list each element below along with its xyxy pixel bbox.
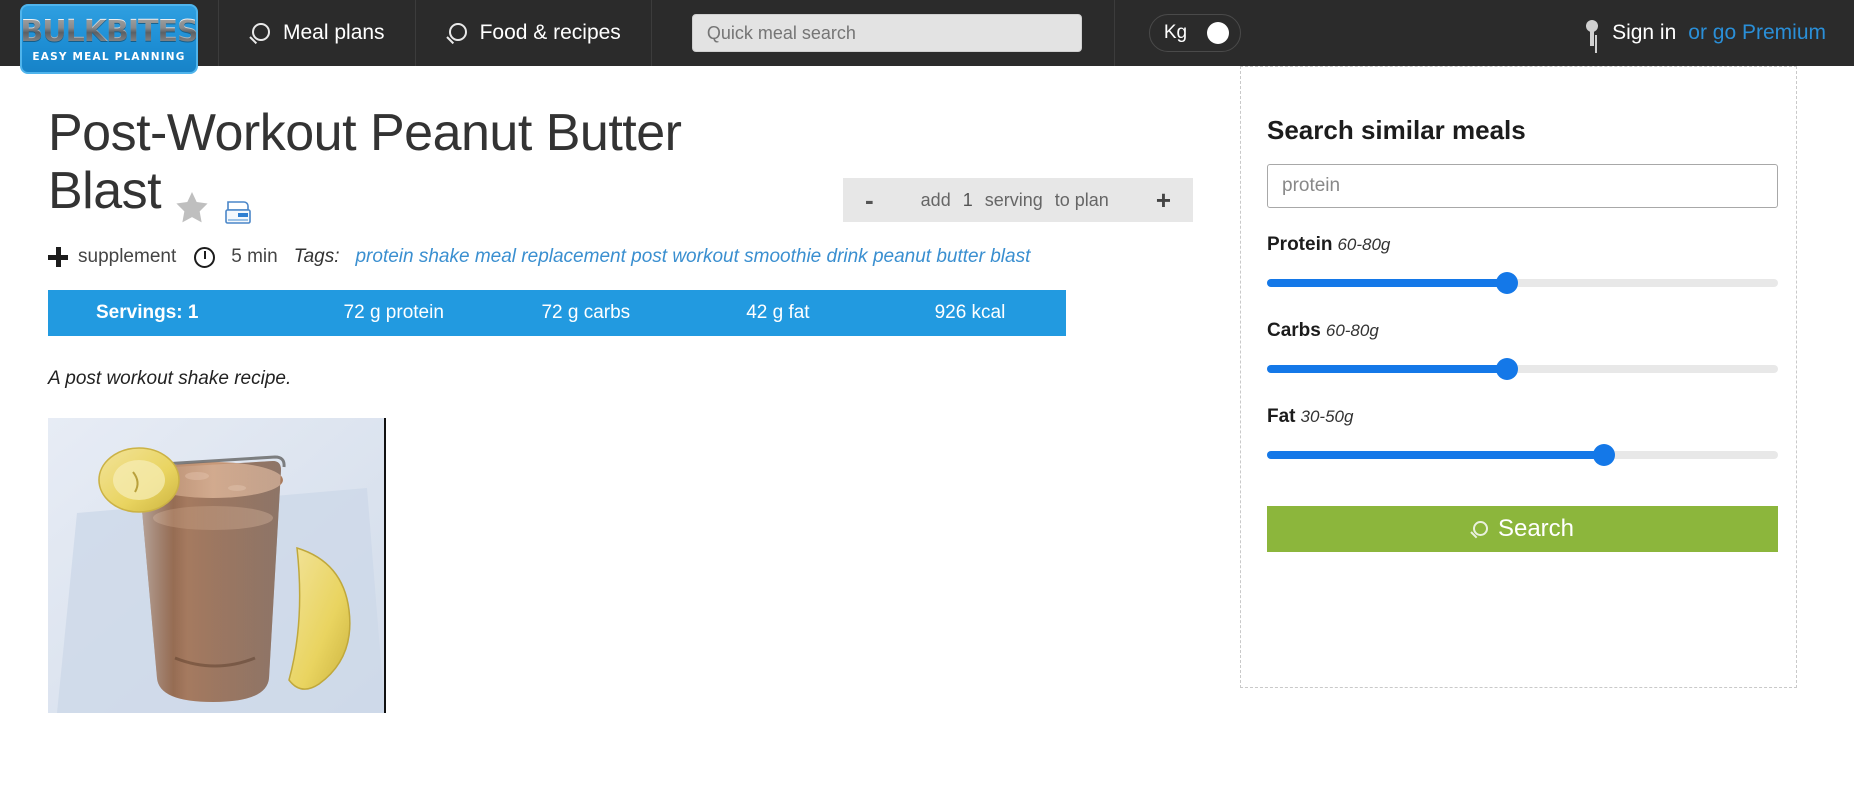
nav-label-food-recipes: Food & recipes xyxy=(479,21,621,44)
slider-range-protein: 60-80g xyxy=(1337,235,1391,254)
slider-group-protein: Protein 60-80g xyxy=(1267,234,1778,294)
nutrition-protein: 72 g protein xyxy=(343,302,444,324)
nutrition-bar: Servings: 1 72 g protein 72 g carbs 42 g… xyxy=(48,290,1066,337)
recipe-time-label: 5 min xyxy=(231,246,278,268)
slider-thumb-protein[interactable] xyxy=(1496,272,1519,294)
recipe-main-column: Post-Workout Peanut Butter Blast - add 1… xyxy=(0,66,1240,714)
sign-in-link[interactable]: Sign in xyxy=(1612,21,1676,45)
go-premium-link[interactable]: or go Premium xyxy=(1688,21,1826,45)
slider-label-fat: Fat 30-50g xyxy=(1267,406,1756,428)
nutrition-servings: Servings: 1 xyxy=(96,302,199,324)
similar-meals-panel: Search similar meals Protein60-80g Carbs… xyxy=(1240,66,1797,688)
slider-thumb-carbs[interactable] xyxy=(1496,358,1519,380)
slider-fat[interactable] xyxy=(1267,444,1778,466)
star-icon[interactable] xyxy=(175,178,209,223)
title-icon-group xyxy=(175,178,253,224)
quick-search-container xyxy=(652,0,1115,66)
serving-to-plan-label: to plan xyxy=(1054,189,1109,210)
unit-toggle-knob[interactable] xyxy=(1206,22,1229,44)
slider-fill-carbs xyxy=(1267,365,1508,373)
print-icon[interactable] xyxy=(223,181,253,224)
unit-toggle[interactable]: Kg xyxy=(1148,14,1241,52)
nutrition-fat: 42 g fat xyxy=(746,302,810,324)
slider-name-fat: Fat xyxy=(1267,406,1296,427)
account-area: Sign in or go Premium xyxy=(1584,0,1854,66)
slider-fill-protein xyxy=(1267,279,1508,287)
key-icon xyxy=(1584,20,1600,46)
recipe-meta-row: supplement 5 min Tags: protein shake mea… xyxy=(48,246,1240,268)
serving-add-label: add xyxy=(920,189,951,210)
slider-protein[interactable] xyxy=(1267,272,1778,294)
recipe-description: A post workout shake recipe. xyxy=(48,368,292,390)
slider-group-fat: Fat 30-50g xyxy=(1267,406,1778,466)
serving-quantity[interactable]: 1 xyxy=(963,190,973,211)
clock-icon xyxy=(194,246,216,268)
similar-meals-search-button[interactable]: Search xyxy=(1267,506,1778,552)
search-button-label: Search xyxy=(1497,515,1575,542)
nav-item-food-recipes[interactable]: Food & recipes xyxy=(416,0,652,66)
unit-toggle-container: Kg xyxy=(1115,0,1275,66)
recipe-type-label: supplement xyxy=(78,246,177,268)
logo[interactable]: BULKBITES EASY MEAL PLANNING xyxy=(0,0,218,74)
nav-item-meal-plans[interactable]: Meal plans xyxy=(218,0,416,66)
recipe-title-text: Post-Workout Peanut Butter Blast xyxy=(48,104,682,221)
logo-tagline: EASY MEAL PLANNING xyxy=(32,51,186,63)
search-icon xyxy=(249,23,270,43)
plus-icon xyxy=(48,247,68,268)
slider-label-carbs: Carbs 60-80g xyxy=(1267,320,1756,342)
unit-toggle-label: Kg xyxy=(1163,22,1188,43)
slider-range-carbs: 60-80g xyxy=(1325,321,1379,340)
serving-stepper: - add 1 serving to plan + xyxy=(843,178,1193,222)
search-icon xyxy=(446,23,467,43)
serving-decrease-button[interactable]: - xyxy=(865,187,874,213)
site-header: BULKBITES EASY MEAL PLANNING Meal plans … xyxy=(0,0,1854,74)
similar-meals-title: Search similar meals xyxy=(1267,115,1526,145)
slider-fill-fat xyxy=(1267,451,1605,459)
tags-label: Tags: xyxy=(293,246,340,268)
quick-search-input[interactable] xyxy=(691,14,1082,52)
serving-text: add 1 serving to plan xyxy=(921,190,1109,211)
slider-label-protein: Protein 60-80g xyxy=(1267,234,1756,256)
slider-name-protein: Protein xyxy=(1267,234,1333,255)
serving-increase-button[interactable]: + xyxy=(1156,187,1171,213)
logo-badge[interactable]: BULKBITES EASY MEAL PLANNING xyxy=(20,4,198,74)
similar-meals-query-input[interactable] xyxy=(1267,164,1778,208)
slider-name-carbs: Carbs xyxy=(1267,320,1321,341)
slider-range-fat: 30-50g xyxy=(1300,407,1354,426)
slider-carbs[interactable] xyxy=(1267,358,1778,380)
tags-list[interactable]: protein shake meal replacement post work… xyxy=(355,246,1030,268)
nav-label-meal-plans: Meal plans xyxy=(283,21,385,44)
nutrition-carbs: 72 g carbs xyxy=(541,302,631,324)
page-body: Post-Workout Peanut Butter Blast - add 1… xyxy=(0,66,1854,787)
slider-group-carbs: Carbs 60-80g xyxy=(1267,320,1778,380)
recipe-photo xyxy=(48,418,386,714)
slider-thumb-fat[interactable] xyxy=(1593,444,1616,466)
logo-title: BULKBITES xyxy=(22,15,196,47)
search-icon xyxy=(1471,520,1488,538)
page-title: Post-Workout Peanut Butter Blast xyxy=(48,104,788,224)
serving-unit-label: serving xyxy=(984,189,1043,210)
recipe-photo-illustration xyxy=(48,418,384,714)
nutrition-calories: 926 kcal xyxy=(934,302,1006,324)
